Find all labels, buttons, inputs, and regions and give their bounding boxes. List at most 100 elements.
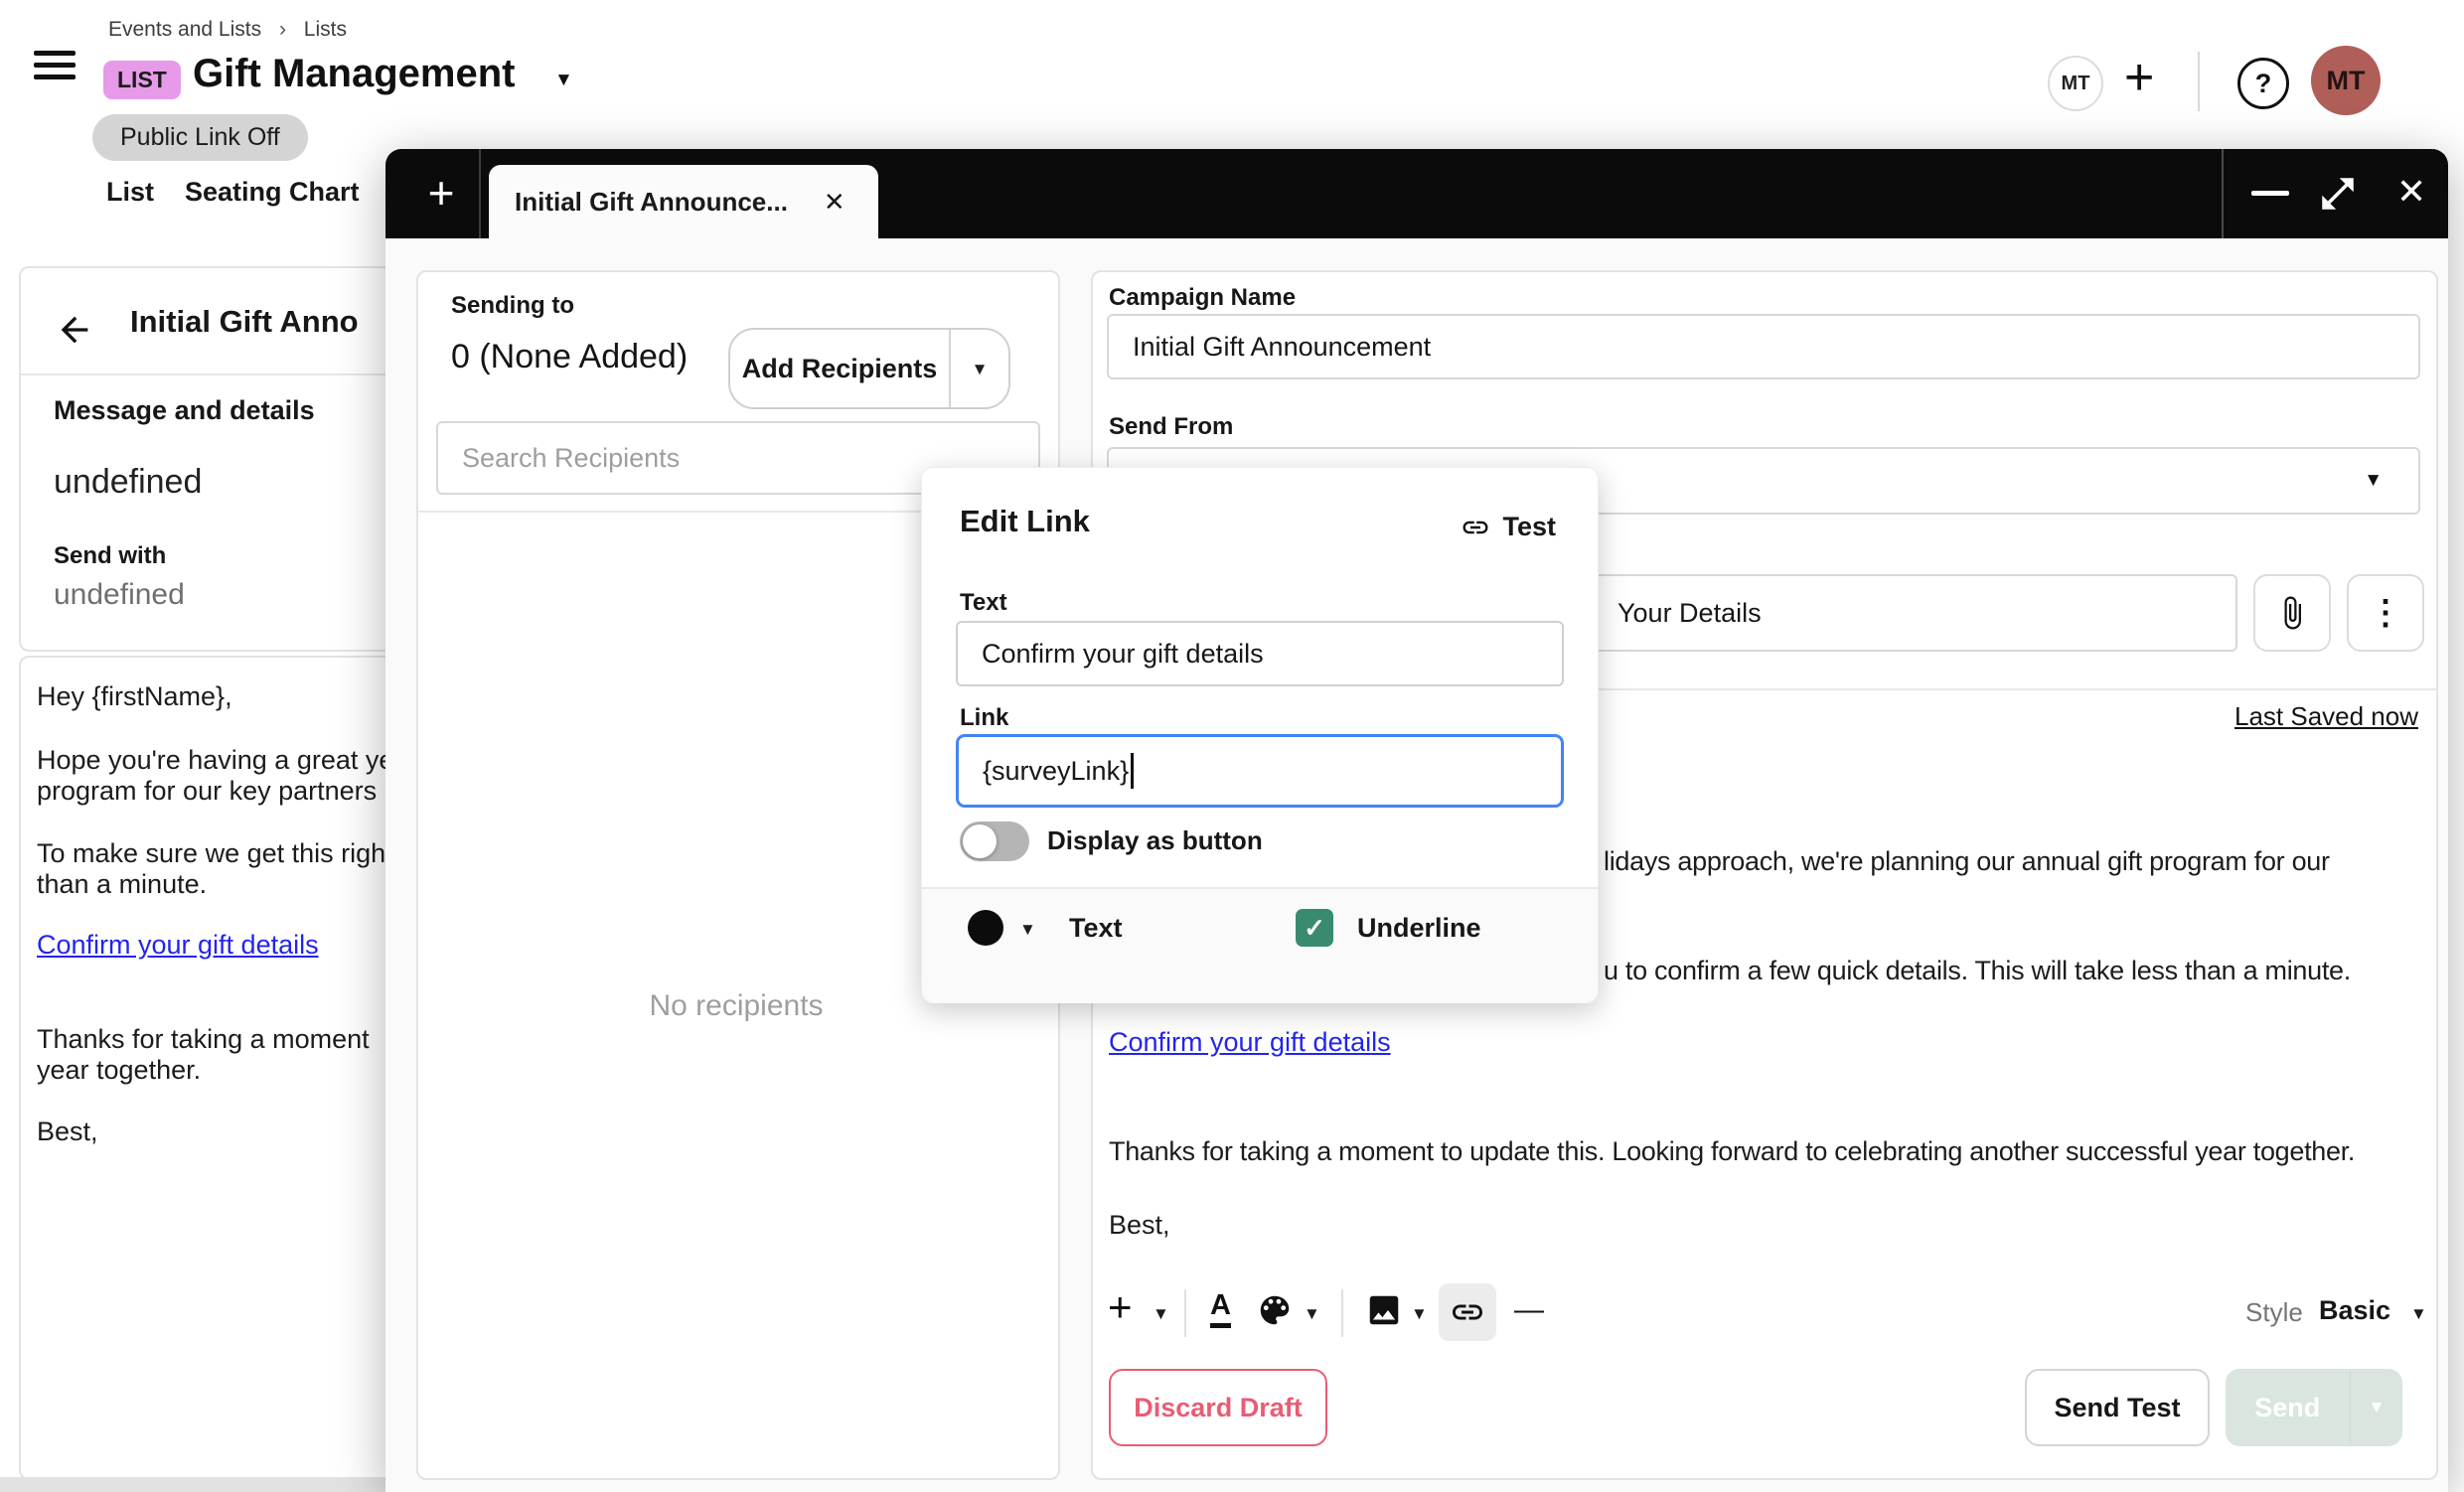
body-link[interactable]: Confirm your gift details — [1109, 1027, 1391, 1058]
send-with-label: Send with — [54, 542, 166, 570]
body-fragment-1: lidays approach, we're planning our annu… — [1604, 846, 2330, 877]
edit-link-title: Edit Link — [960, 504, 1090, 539]
question-icon: ? — [2255, 69, 2272, 99]
campaign-summary-card: Initial Gift Anno Message and details un… — [19, 266, 394, 652]
discard-draft-button[interactable]: Discard Draft — [1109, 1369, 1327, 1446]
sending-to-label: Sending to — [451, 292, 574, 320]
send-from-caret-icon: ▼ — [2364, 470, 2383, 492]
underline-checkbox[interactable]: ✓ — [1296, 909, 1333, 947]
panel-title: Initial Gift Anno — [130, 304, 359, 340]
breadcrumb: Events and Lists › Lists — [108, 18, 347, 42]
back-button[interactable] — [55, 310, 94, 350]
link-test-icon — [1461, 513, 1490, 542]
send-button[interactable]: Send ▼ — [2226, 1369, 2402, 1446]
breadcrumb-lists[interactable]: Lists — [304, 18, 347, 41]
add-recipients-label: Add Recipients — [730, 354, 949, 384]
text-cursor — [1131, 753, 1134, 789]
title-caret-icon[interactable]: ▼ — [554, 70, 573, 91]
link-url-input[interactable]: {surveyLink} — [956, 734, 1564, 808]
plus-icon: + — [428, 166, 455, 220]
preview-link[interactable]: Confirm your gift details — [37, 930, 319, 961]
style-value[interactable]: Basic — [2319, 1295, 2390, 1326]
breadcrumb-events-and-lists[interactable]: Events and Lists — [108, 18, 261, 41]
display-as-button-toggle[interactable] — [960, 821, 1029, 861]
test-link-button[interactable]: Test — [1461, 512, 1556, 542]
subject-visible-text: Your Details — [1617, 598, 1762, 629]
text-color-caret-icon[interactable]: ▼ — [1304, 1305, 1320, 1322]
campaign-name-label: Campaign Name — [1109, 284, 1296, 312]
link-url-label: Link — [960, 704, 1008, 732]
preview-line: To make sure we get this righ — [37, 838, 385, 869]
link-style-footer: ▼ Text ✓ Underline — [922, 887, 1598, 1003]
image-icon — [1365, 1291, 1403, 1329]
text-format-button[interactable]: A — [1210, 1289, 1231, 1328]
preview-line: program for our key partners — [37, 776, 377, 807]
preview-line: Hope you're having a great ye — [37, 745, 393, 776]
send-caret-icon[interactable]: ▼ — [2351, 1398, 2402, 1417]
user-avatar[interactable]: MT — [2311, 46, 2381, 115]
expand-icon — [2317, 173, 2359, 215]
close-window-button[interactable]: ✕ — [2396, 171, 2426, 213]
page-title[interactable]: Gift Management — [193, 52, 515, 96]
expand-button[interactable] — [2317, 173, 2359, 215]
insert-image-button[interactable] — [1365, 1291, 1403, 1329]
send-test-button[interactable]: Send Test — [2025, 1369, 2210, 1446]
link-color-caret-icon[interactable]: ▼ — [1019, 921, 1036, 938]
horizontal-rule-button[interactable]: — — [1514, 1293, 1544, 1327]
message-details-heading: Message and details — [54, 395, 315, 426]
insert-block-caret-icon[interactable]: ▼ — [1153, 1305, 1169, 1322]
body-paragraph-3: Thanks for taking a moment to update thi… — [1109, 1136, 2355, 1167]
help-button[interactable]: ? — [2237, 58, 2289, 109]
campaign-name-input[interactable] — [1107, 314, 2420, 379]
tab-close-icon[interactable]: ✕ — [824, 187, 846, 218]
message-preview-card: Hey {firstName}, Hope you're having a gr… — [19, 656, 394, 1480]
link-url-value: {surveyLink} — [983, 756, 1129, 787]
new-tab-button[interactable]: + — [413, 161, 469, 224]
modal-title-bar: + Initial Gift Announce... ✕ ✕ — [385, 149, 2448, 238]
check-icon: ✓ — [1304, 913, 1325, 944]
campaign-tab-label: Initial Gift Announce... — [515, 187, 788, 218]
send-button-label: Send — [2226, 1393, 2350, 1423]
preview-line: than a minute. — [37, 869, 207, 900]
tab-list[interactable]: List — [106, 177, 154, 208]
header-add-button[interactable]: + — [2124, 48, 2154, 107]
display-as-button-label: Display as button — [1047, 825, 1263, 856]
underline-label: Underline — [1357, 913, 1481, 944]
insert-link-button[interactable] — [1439, 1283, 1496, 1341]
paperclip-icon — [2274, 595, 2310, 631]
text-color-button[interactable] — [1256, 1291, 1294, 1329]
toggle-knob — [963, 824, 997, 858]
insert-image-caret-icon[interactable]: ▼ — [1411, 1305, 1428, 1322]
page-bottom-strip — [0, 1477, 389, 1492]
test-label: Test — [1502, 512, 1556, 542]
attach-file-button[interactable] — [2253, 574, 2331, 652]
send-from-label: Send From — [1109, 413, 1233, 441]
insert-block-button[interactable]: + — [1108, 1283, 1133, 1331]
link-color-swatch[interactable] — [968, 910, 1003, 946]
add-recipients-caret-icon[interactable]: ▼ — [951, 361, 1008, 377]
campaign-tab[interactable]: Initial Gift Announce... ✕ — [489, 165, 878, 238]
header-divider — [2198, 52, 2200, 111]
minimize-button[interactable] — [2251, 191, 2289, 196]
preview-line: year together. — [37, 1055, 201, 1086]
app-root: Events and Lists › Lists LIST Gift Manag… — [0, 0, 2464, 1492]
tab-seating-chart[interactable]: Seating Chart — [185, 177, 360, 208]
breadcrumb-separator: › — [279, 18, 286, 41]
body-paragraph-4: Best, — [1109, 1210, 1170, 1241]
subject-more-button[interactable]: ⋮ — [2347, 574, 2424, 652]
style-caret-icon[interactable]: ▼ — [2410, 1305, 2427, 1322]
link-color-label: Text — [1069, 913, 1123, 944]
add-recipients-button[interactable]: Add Recipients ▼ — [728, 328, 1010, 409]
hamburger-menu-button[interactable] — [34, 44, 76, 86]
link-icon — [1450, 1294, 1485, 1330]
preview-line: Hey {firstName}, — [37, 681, 232, 712]
workspace-avatar[interactable]: MT — [2048, 56, 2103, 111]
panel-divider — [21, 373, 392, 375]
controls-divider — [2222, 149, 2224, 238]
public-link-badge[interactable]: Public Link Off — [92, 114, 308, 161]
last-saved-link[interactable]: Last Saved now — [2234, 701, 2418, 732]
list-badge: LIST — [103, 61, 181, 99]
recipient-count: 0 (None Added) — [451, 338, 688, 376]
preview-line: Thanks for taking a moment — [37, 1024, 370, 1055]
link-text-input[interactable] — [956, 621, 1564, 686]
